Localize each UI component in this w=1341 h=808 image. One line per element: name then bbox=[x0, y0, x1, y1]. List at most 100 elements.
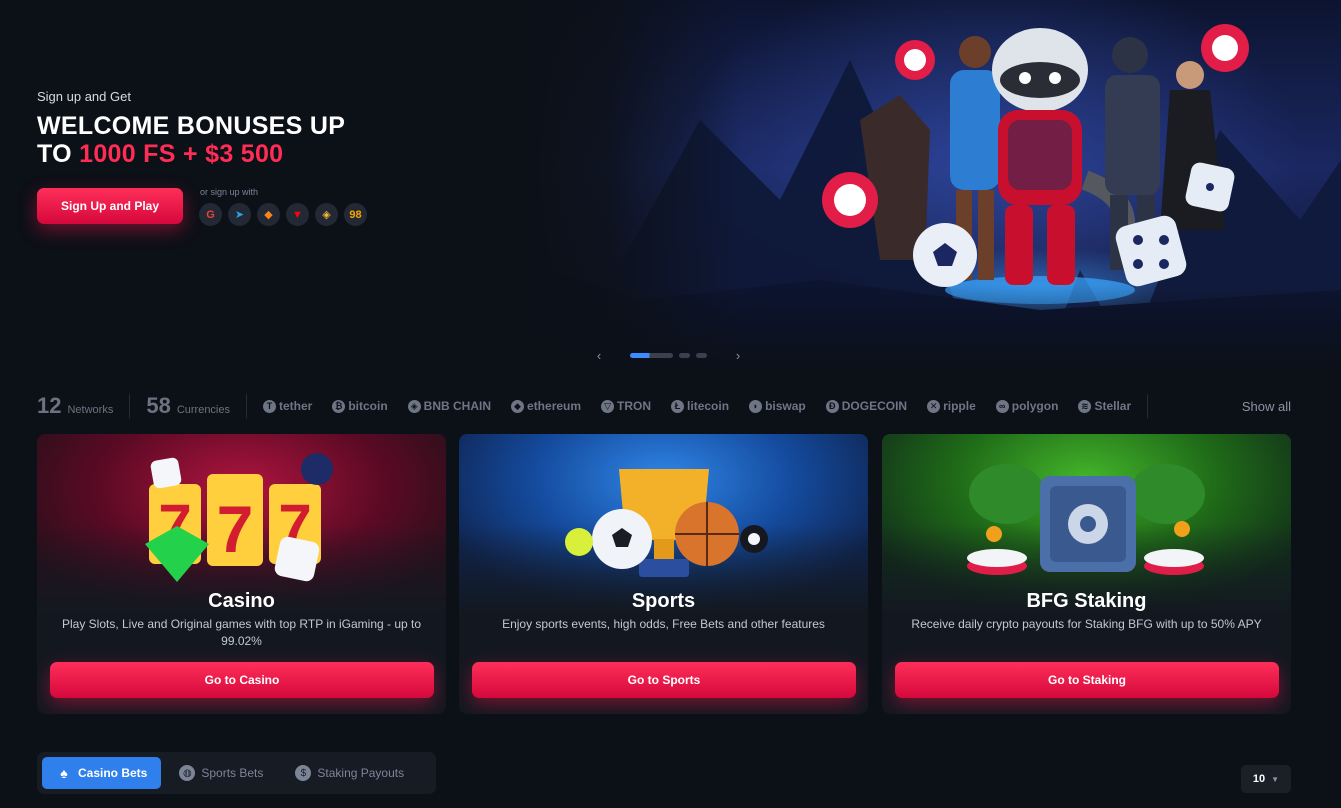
chevron-down-icon: ▼ bbox=[1271, 774, 1280, 784]
basketball-icon: ◍ bbox=[179, 765, 196, 781]
litecoin-icon: Ł bbox=[671, 399, 685, 413]
currencies-stat: 58 Currencies bbox=[146, 393, 230, 419]
networks-count: 12 bbox=[37, 393, 62, 418]
networks-label: Networks bbox=[67, 404, 114, 416]
tether-icon: T bbox=[263, 399, 276, 413]
coin-name: TRON bbox=[617, 399, 652, 413]
hero-carousel-controls: ‹ › bbox=[594, 348, 743, 363]
go-to-sports-button[interactable]: Go to Sports bbox=[472, 662, 856, 698]
carousel-prev-icon[interactable]: ‹ bbox=[594, 348, 604, 363]
show-all-link[interactable]: Show all bbox=[1242, 399, 1291, 414]
alt-signup-label: or sign up with bbox=[200, 187, 259, 197]
tab-casino-bets[interactable]: ♠ Casino Bets bbox=[42, 757, 162, 789]
carousel-next-icon[interactable]: › bbox=[733, 348, 743, 363]
carousel-dot[interactable] bbox=[679, 353, 690, 358]
headline-line-2: TO 1000 FS + $3 500 bbox=[37, 140, 345, 168]
dollar-icon: $ bbox=[295, 765, 312, 781]
biswap-icon: ◗ bbox=[749, 399, 763, 413]
divider bbox=[129, 394, 131, 418]
sign-up-and-play-button[interactable]: Sign Up and Play bbox=[37, 188, 183, 224]
go-to-casino-button[interactable]: Go to Casino bbox=[50, 662, 434, 698]
coin-name: BNB CHAIN bbox=[423, 399, 492, 413]
slot-777-illustration: 7 7 7 bbox=[145, 453, 333, 582]
coin-logo: ◈ BNB CHAIN bbox=[407, 399, 492, 413]
bybit-icon[interactable]: 98 bbox=[344, 203, 367, 226]
coin-name: litecoin bbox=[687, 399, 730, 413]
casino-card: 7 7 7 Casino Play Slots, Live and Origin… bbox=[37, 434, 446, 714]
rows-count-value: 10 bbox=[1252, 773, 1266, 785]
coin-name: DOGECOIN bbox=[841, 399, 908, 413]
coin-logo: ✕ ripple bbox=[927, 399, 976, 413]
carousel-dot[interactable] bbox=[696, 353, 707, 358]
spade-icon: ♠ bbox=[60, 765, 68, 781]
coin-logo: Ð DOGECOIN bbox=[825, 399, 908, 413]
hero-headline: WELCOME BONUSES UP TO 1000 FS + $3 500 bbox=[37, 112, 345, 168]
card-description: Receive daily crypto payouts for Staking… bbox=[911, 617, 1262, 631]
binance-icon[interactable]: ◈ bbox=[315, 203, 338, 226]
google-icon[interactable]: G bbox=[199, 203, 222, 226]
card-description: Play Slots, Live and Original games with… bbox=[61, 617, 422, 648]
coin-name: biswap bbox=[765, 399, 806, 413]
coin-logo: Ttether bbox=[263, 399, 312, 413]
card-title: Sports bbox=[631, 590, 696, 612]
telegram-icon[interactable]: ➤ bbox=[228, 203, 251, 226]
currencies-label: Currencies bbox=[176, 404, 230, 416]
coin-logo: ◆ ethereum bbox=[511, 399, 581, 413]
coin-name: polygon bbox=[1011, 399, 1059, 413]
stellar-icon: ≋ bbox=[1078, 399, 1092, 413]
tron-icon[interactable]: ▼ bbox=[286, 203, 309, 226]
coin-logo: ▽ TRON bbox=[601, 399, 651, 413]
coin-logo: ∞ polygon bbox=[995, 399, 1059, 413]
bitcoin-icon: ₿ bbox=[332, 399, 346, 413]
coin-name: tether bbox=[279, 399, 313, 413]
signup-row: Sign Up and Play or sign up with G ➤ ◆ ▼ ◈ 98 bbox=[37, 187, 367, 226]
headline-bonus-amount: 1000 FS + $3 500 bbox=[79, 140, 284, 168]
coin-name: ethereum bbox=[527, 399, 582, 413]
svg-text:7: 7 bbox=[217, 492, 254, 566]
networks-stat: 12 Networks bbox=[37, 393, 113, 419]
coin-name: ripple bbox=[943, 399, 976, 413]
card-title: BFG Staking bbox=[1026, 590, 1147, 612]
metamask-icon[interactable]: ◆ bbox=[257, 203, 280, 226]
dogecoin-icon: Ð bbox=[825, 399, 839, 413]
divider bbox=[1147, 394, 1149, 418]
vault-illustration bbox=[967, 464, 1205, 575]
tron-icon: ▽ bbox=[601, 399, 615, 413]
alt-signup: or sign up with G ➤ ◆ ▼ ◈ 98 bbox=[199, 187, 367, 226]
polygon-icon: ∞ bbox=[995, 399, 1009, 413]
tab-label: Sports Bets bbox=[201, 766, 264, 780]
coin-logo: ◗ biswap bbox=[749, 399, 806, 413]
staking-card: BFG Staking Receive daily crypto payouts… bbox=[882, 434, 1291, 714]
hero-illustration bbox=[520, 0, 1341, 375]
supported-currencies-bar: 12 Networks 58 Currencies Ttether ₿ bitcoi… bbox=[37, 392, 1291, 420]
carousel-dot-active[interactable] bbox=[630, 353, 673, 358]
trophy-and-balls-illustration bbox=[565, 469, 768, 577]
sports-card: Sports Enjoy sports events, high odds, F… bbox=[459, 434, 868, 714]
coin-logo: ≋ Stellar bbox=[1078, 399, 1131, 413]
divider bbox=[246, 394, 247, 418]
hero-kicker: Sign up and Get bbox=[37, 89, 131, 104]
coin-name: bitcoin bbox=[348, 399, 388, 413]
tab-label: Staking Payouts bbox=[317, 766, 405, 780]
hero-characters bbox=[822, 24, 1249, 304]
card-description: Enjoy sports events, high odds, Free Bet… bbox=[502, 617, 825, 631]
social-signup-icons: G ➤ ◆ ▼ ◈ 98 bbox=[199, 203, 367, 226]
ethereum-icon: ◆ bbox=[511, 399, 525, 413]
coin-logo: Łlitecoin bbox=[671, 399, 729, 413]
hero-banner: Sign up and Get WELCOME BONUSES UP TO 10… bbox=[0, 0, 1341, 375]
rows-count-select[interactable]: 10 ▼ bbox=[1241, 765, 1291, 793]
card-title: Casino bbox=[208, 590, 275, 612]
coin-logo: ₿ bitcoin bbox=[332, 399, 388, 413]
carousel-dots bbox=[630, 353, 707, 358]
bets-tabs: ♠ Casino Bets ◍ Sports Bets $ Staking Pa… bbox=[37, 752, 436, 794]
coin-name: Stellar bbox=[1094, 399, 1132, 413]
go-to-staking-button[interactable]: Go to Staking bbox=[895, 662, 1279, 698]
hero-text: Sign up and Get WELCOME BONUSES UP TO 10… bbox=[37, 89, 345, 168]
coin-logos: Ttether ₿ bitcoin ◈ BNB CHAIN ◆ ethereum ▽ TRON Ł… bbox=[263, 399, 1151, 413]
tab-sports-bets[interactable]: ◍ Sports Bets bbox=[165, 757, 277, 789]
tab-staking-payouts[interactable]: $ Staking Payouts bbox=[281, 757, 418, 789]
tab-label: Casino Bets bbox=[78, 766, 148, 780]
ripple-icon: ✕ bbox=[927, 399, 941, 413]
bnb-icon: ◈ bbox=[407, 399, 421, 413]
currencies-count: 58 bbox=[146, 393, 171, 418]
